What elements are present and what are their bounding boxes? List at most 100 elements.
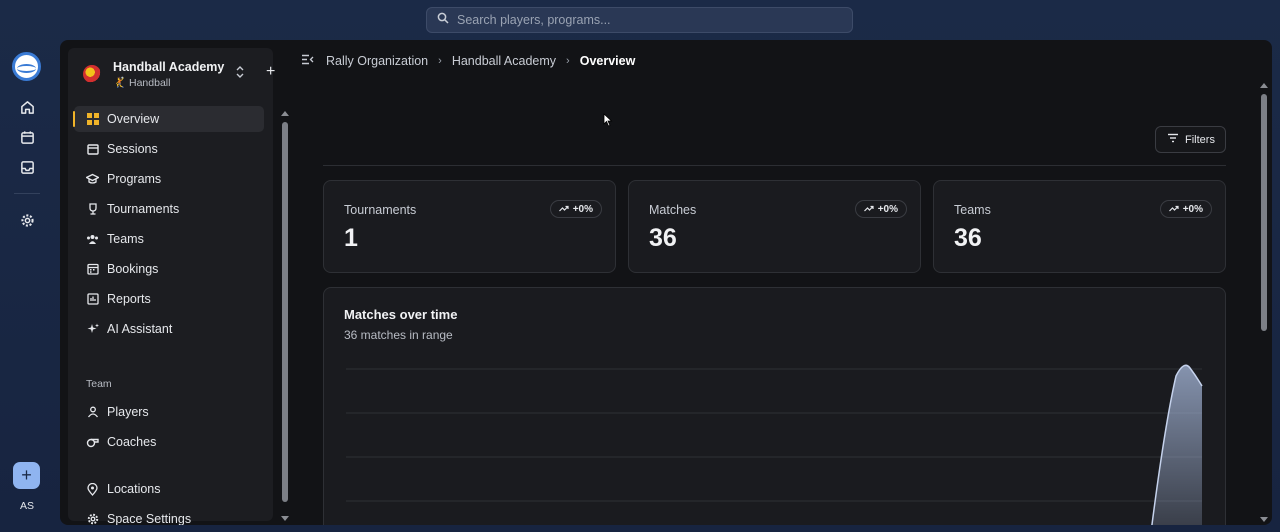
- sidebar-item-label: Programs: [107, 172, 162, 186]
- sidebar-item-label: Overview: [107, 112, 160, 126]
- scroll-up-icon[interactable]: [279, 108, 291, 118]
- add-space-button[interactable]: +: [13, 462, 40, 489]
- scrollbar-thumb[interactable]: [1261, 94, 1267, 331]
- stat-title: Tournaments: [344, 203, 417, 217]
- sidebar-item-label: Coaches: [107, 435, 157, 449]
- search-icon: [437, 11, 449, 29]
- sidebar-item-label: Space Settings: [107, 512, 192, 525]
- handball-icon: 🤾: [113, 77, 127, 89]
- stat-value: 36: [649, 224, 677, 252]
- stat-card-matches: Matches 36 +0%: [628, 180, 921, 273]
- org-logo: [83, 65, 101, 83]
- scrollbar-thumb[interactable]: [282, 122, 288, 502]
- sidebar-item-programs[interactable]: Programs: [74, 166, 264, 192]
- sidebar-item-reports[interactable]: Reports: [74, 286, 264, 312]
- sidebar-item-locations[interactable]: Locations: [74, 476, 264, 502]
- sidebar-item-label: Tournaments: [107, 202, 180, 216]
- sidebar-item-label: Bookings: [107, 262, 159, 276]
- sidebar-item-label: Locations: [107, 482, 161, 496]
- stat-title: Teams: [954, 203, 991, 217]
- sidebar-item-label: Sessions: [107, 142, 158, 156]
- scroll-down-icon[interactable]: [279, 514, 291, 524]
- users-icon: [86, 233, 99, 246]
- sidebar-item-teams[interactable]: Teams: [74, 226, 264, 252]
- mouse-cursor-icon: [603, 113, 613, 132]
- stat-card-tournaments: Tournaments 1 +0%: [323, 180, 616, 273]
- rail-divider: [14, 193, 40, 194]
- trend-up-icon: [1168, 204, 1179, 215]
- sidebar-item-bookings[interactable]: Bookings: [74, 256, 264, 282]
- chevron-updown-icon[interactable]: [236, 66, 244, 81]
- user-avatar[interactable]: AS: [13, 496, 41, 516]
- sidebar-item-players[interactable]: Players: [74, 399, 264, 425]
- sidebar-item-ai-assistant[interactable]: AI Assistant: [74, 316, 264, 342]
- breadcrumb: Rally Organization › Handball Academy › …: [301, 52, 635, 70]
- stat-card-teams: Teams 36 +0%: [933, 180, 1226, 273]
- sidebar: Handball Academy 🤾 Handball + Overview S…: [68, 48, 289, 525]
- trend-badge: +0%: [549, 200, 602, 218]
- scroll-up-icon[interactable]: [1258, 80, 1270, 90]
- org-name: Handball Academy: [113, 60, 225, 74]
- calendar-icon: [86, 143, 99, 156]
- filter-icon: [1167, 133, 1179, 146]
- scroll-down-icon[interactable]: [1258, 515, 1270, 525]
- report-icon: [86, 293, 99, 306]
- calendar-icon[interactable]: [14, 124, 40, 150]
- filters-label: Filters: [1185, 133, 1215, 146]
- matches-chart-card: Matches over time 36 matches in range: [323, 287, 1226, 525]
- area-series: [1151, 365, 1202, 525]
- stat-value: 1: [344, 224, 358, 252]
- settings-icon[interactable]: [14, 207, 40, 233]
- org-sport: 🤾 Handball: [113, 77, 171, 89]
- main-scrollbar[interactable]: [1258, 80, 1270, 525]
- home-icon[interactable]: [14, 94, 40, 120]
- sparkles-icon: [86, 323, 99, 336]
- chevron-right-icon: ›: [566, 55, 570, 67]
- sidebar-item-tournaments[interactable]: Tournaments: [74, 196, 264, 222]
- trend-up-icon: [863, 204, 874, 215]
- global-search[interactable]: [426, 7, 853, 33]
- user-icon: [86, 406, 99, 419]
- gear-icon: [86, 513, 99, 526]
- sidebar-toggle-icon[interactable]: [301, 54, 314, 68]
- inbox-icon[interactable]: [14, 154, 40, 180]
- team-nav: Players Coaches: [74, 399, 264, 459]
- sidebar-item-label: Teams: [107, 232, 144, 246]
- stat-value: 36: [954, 224, 982, 252]
- sidebar-item-coaches[interactable]: Coaches: [74, 429, 264, 455]
- sidebar-item-label: Players: [107, 405, 149, 419]
- chart-title: Matches over time: [344, 307, 458, 322]
- grid-icon: [86, 113, 99, 126]
- sidebar-item-sessions[interactable]: Sessions: [74, 136, 264, 162]
- trend-up-icon: [558, 204, 569, 215]
- sidebar-item-overview[interactable]: Overview: [73, 106, 264, 132]
- graduation-icon: [86, 173, 99, 186]
- trend-badge: +0%: [854, 200, 907, 218]
- search-input[interactable]: [457, 13, 837, 27]
- stat-title: Matches: [649, 203, 697, 217]
- app-rail: + AS: [0, 40, 56, 532]
- sidebar-item-label: Reports: [107, 292, 151, 306]
- matches-area-chart: [346, 364, 1203, 525]
- whistle-icon: [86, 436, 99, 449]
- map-pin-icon: [86, 482, 99, 496]
- add-icon[interactable]: +: [266, 63, 275, 81]
- breadcrumb-link-academy[interactable]: Handball Academy: [452, 54, 556, 68]
- sidebar-item-space-settings[interactable]: Space Settings: [74, 506, 264, 525]
- breadcrumb-link-organization[interactable]: Rally Organization: [326, 54, 428, 68]
- chart-subtitle: 36 matches in range: [344, 328, 453, 342]
- divider: [323, 165, 1226, 166]
- sidebar-scrollbar[interactable]: [279, 108, 291, 525]
- trophy-icon: [86, 203, 99, 216]
- trend-badge: +0%: [1159, 200, 1212, 218]
- app-logo[interactable]: [12, 52, 41, 81]
- main-panel: Handball Academy 🤾 Handball + Overview S…: [60, 40, 1272, 525]
- sidebar-item-label: AI Assistant: [107, 322, 173, 336]
- filters-button[interactable]: Filters: [1155, 126, 1226, 153]
- primary-nav: Overview Sessions Programs Tournaments T…: [73, 106, 264, 346]
- bottom-nav: Locations Space Settings: [74, 476, 264, 525]
- chevron-right-icon: ›: [438, 55, 442, 67]
- calendar-grid-icon: [86, 263, 99, 276]
- org-switcher[interactable]: Handball Academy 🤾 Handball +: [80, 58, 275, 90]
- breadcrumb-current: Overview: [579, 54, 636, 68]
